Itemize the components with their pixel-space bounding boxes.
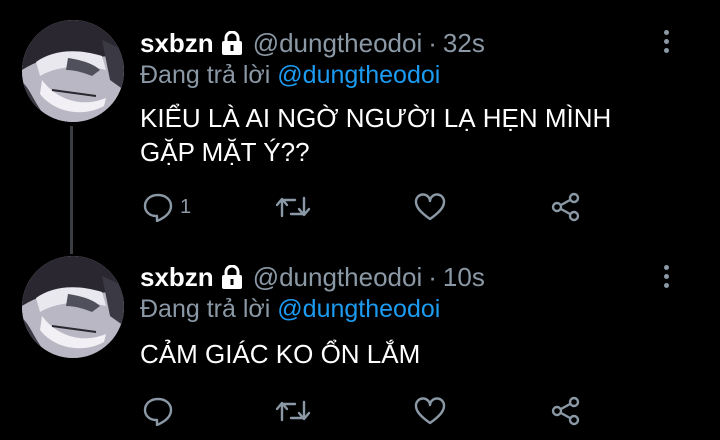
share-button[interactable]: [550, 192, 582, 222]
avatar[interactable]: [22, 256, 124, 358]
tweet-header: sxbzn @dungtheodoi · 32s: [140, 26, 485, 60]
tweet-text-line: KIỂU LÀ AI NGỜ NGƯỜI LẠ HẸN MÌNH: [140, 103, 612, 133]
replying-to: Đang trả lời @dungtheodoi: [140, 295, 440, 324]
share-icon: [550, 396, 582, 426]
lock-icon: [221, 265, 243, 289]
tweet-time[interactable]: 32s: [443, 28, 485, 59]
reply-count: 1: [180, 195, 192, 218]
avatar-image: [22, 20, 124, 122]
replying-to: Đang trả lời @dungtheodoi: [140, 61, 440, 90]
author-handle[interactable]: @dungtheodoi: [253, 262, 423, 293]
share-button[interactable]: [550, 396, 582, 426]
separator-dot: ·: [428, 27, 437, 58]
separator-dot: ·: [428, 261, 437, 292]
more-vertical-icon[interactable]: [656, 259, 676, 293]
tweet-header: sxbzn @dungtheodoi · 10s: [140, 260, 485, 294]
tweet-time[interactable]: 10s: [443, 262, 485, 293]
retweet-icon: [275, 194, 311, 220]
avatar-image: [22, 256, 124, 358]
retweet-button[interactable]: [275, 194, 311, 220]
thread-connector-line: [70, 126, 73, 254]
mention-link[interactable]: @dungtheodoi: [277, 295, 440, 323]
tweet-text: KIỂU LÀ AI NGỜ NGƯỜI LẠ HẸN MÌNH GẶP MẶT…: [140, 101, 660, 169]
tweet-text: CẢM GIÁC KO ỔN LẮM: [140, 337, 660, 371]
replying-prefix: Đang trả lời: [140, 295, 271, 323]
reply-icon: [142, 396, 174, 426]
author-handle[interactable]: @dungtheodoi: [253, 28, 423, 59]
more-vertical-icon[interactable]: [656, 24, 676, 58]
heart-icon: [414, 193, 446, 221]
like-button[interactable]: [414, 193, 446, 221]
avatar[interactable]: [22, 20, 124, 122]
lock-icon: [221, 31, 243, 55]
replying-prefix: Đang trả lời: [140, 61, 271, 89]
author-name[interactable]: sxbzn: [140, 262, 214, 293]
like-button[interactable]: [414, 397, 446, 425]
tweet-text-line: CẢM GIÁC KO ỔN LẮM: [140, 339, 421, 369]
reply-button[interactable]: 1: [142, 192, 191, 222]
author-name[interactable]: sxbzn: [140, 28, 214, 59]
tweet-text-line: GẶP MẶT Ý??: [140, 137, 310, 167]
retweet-icon: [275, 398, 311, 424]
reply-icon: [142, 192, 174, 222]
reply-button[interactable]: [142, 396, 174, 426]
heart-icon: [414, 397, 446, 425]
share-icon: [550, 192, 582, 222]
retweet-button[interactable]: [275, 398, 311, 424]
mention-link[interactable]: @dungtheodoi: [277, 61, 440, 89]
